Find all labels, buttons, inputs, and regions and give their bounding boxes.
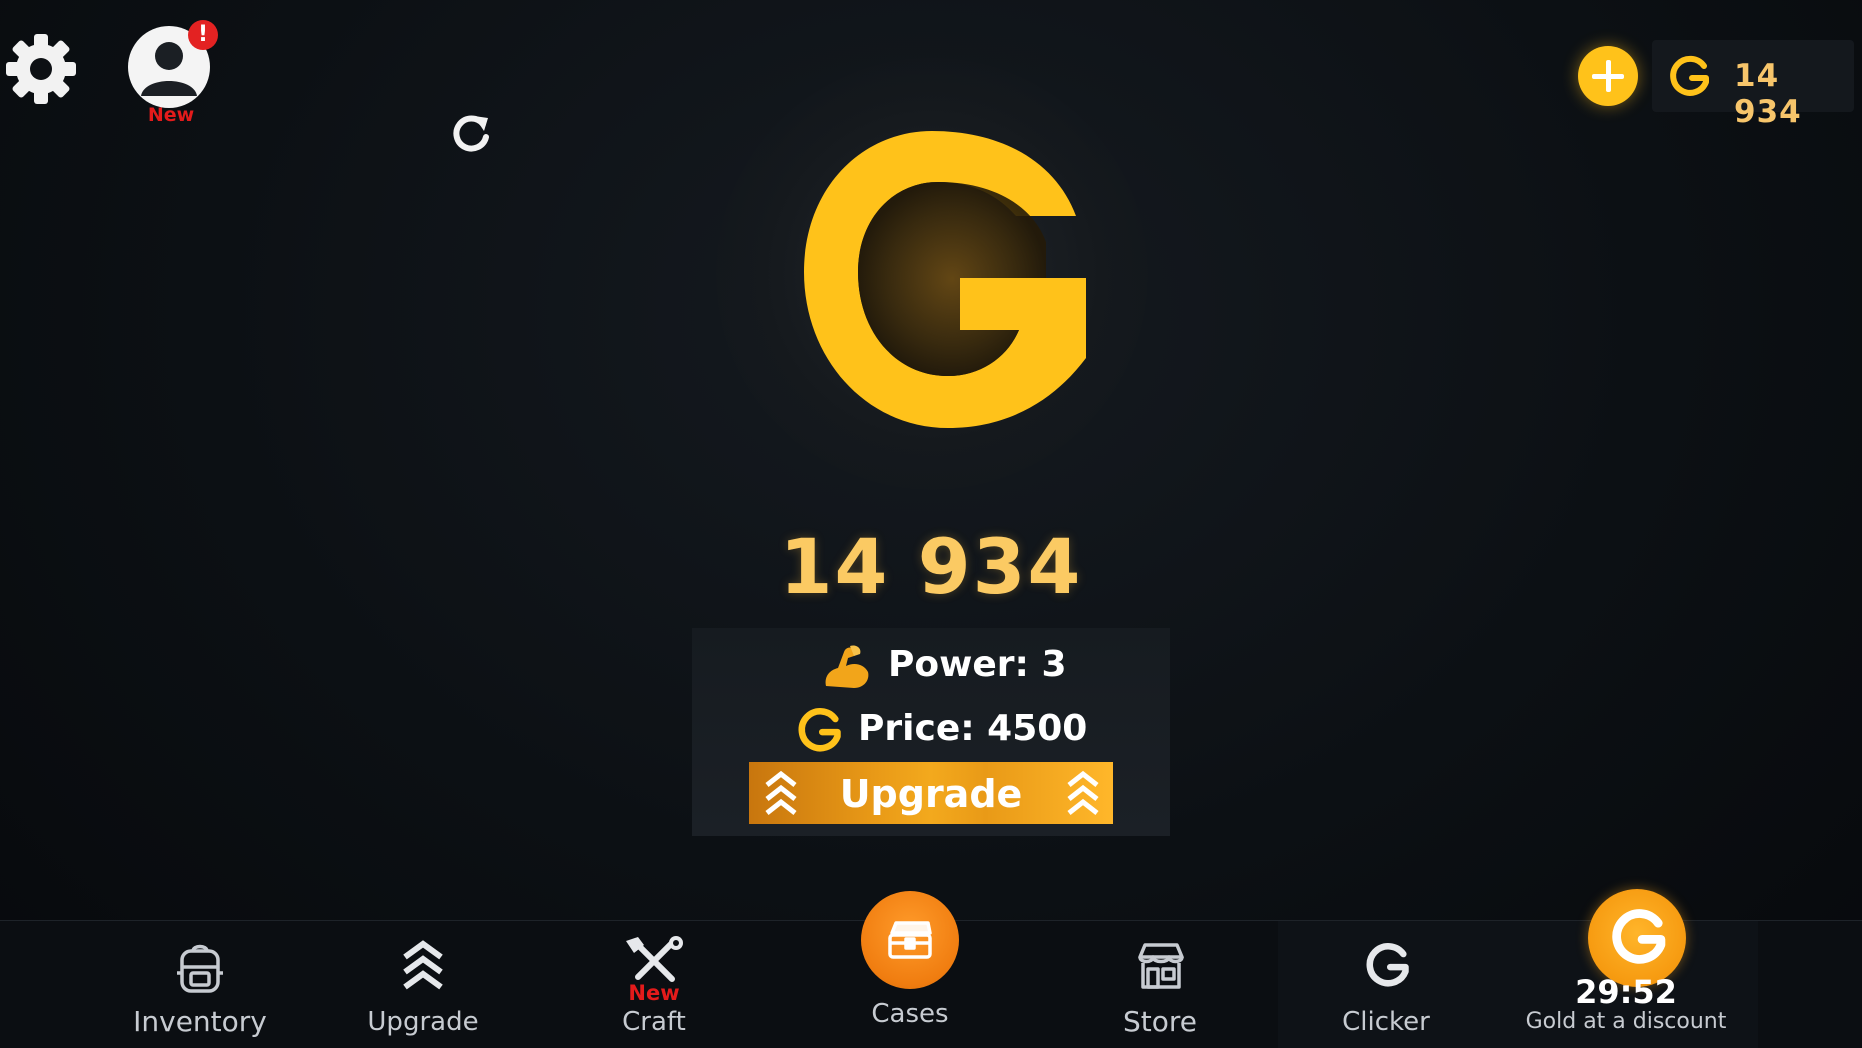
add-gold-button[interactable] xyxy=(1578,46,1638,106)
nav-inventory[interactable]: Inventory xyxy=(100,921,300,1048)
craft-new-badge: New xyxy=(628,981,680,1005)
upgrade-button[interactable]: Upgrade xyxy=(749,762,1113,824)
g-letter-icon xyxy=(1366,943,1409,987)
power-stat: Power: 3 xyxy=(692,638,1170,694)
gold-counter: 14 934 xyxy=(779,522,1083,611)
store-icon xyxy=(1138,943,1184,989)
gold-g-icon xyxy=(1612,909,1666,964)
power-label: Power: 3 xyxy=(888,644,1067,685)
upgrade-label: Upgrade xyxy=(839,772,1023,816)
settings-button[interactable] xyxy=(0,28,82,110)
bottom-nav: Inventory Upgrade New Craft Cases Store … xyxy=(0,889,1862,1048)
new-badge: New xyxy=(147,104,195,126)
nav-store[interactable]: Store xyxy=(1080,921,1240,1048)
nav-gold-discount[interactable]: 29:52 Gold at a discount xyxy=(1494,889,1758,1048)
profile-button[interactable]: ! New xyxy=(128,20,218,126)
refresh-icon xyxy=(453,115,489,152)
upgrade-panel: Power: 3 Price: 4500 Upgrade xyxy=(692,628,1170,836)
gold-g-icon xyxy=(798,708,841,752)
nav-cases[interactable]: Cases xyxy=(830,891,990,1048)
chevrons-up-icon xyxy=(1067,770,1099,815)
nav-clicker[interactable]: Clicker xyxy=(1278,921,1494,1048)
gold-g-icon xyxy=(804,131,1086,428)
muscle-icon xyxy=(825,645,869,688)
balance-value: 14 934 xyxy=(1734,58,1802,130)
chevrons-up-icon xyxy=(403,940,443,990)
nav-craft-label: Craft xyxy=(622,1007,686,1037)
gear-icon xyxy=(6,34,76,104)
gold-g-icon xyxy=(1670,55,1709,96)
nav-upgrade-label: Upgrade xyxy=(367,1007,479,1037)
refresh-button[interactable] xyxy=(448,110,494,156)
price-label: Price: 4500 xyxy=(858,708,1088,749)
backpack-icon xyxy=(177,944,223,993)
tools-icon xyxy=(626,936,683,982)
discount-timer: 29:52 xyxy=(1575,973,1677,1011)
clicker-coin[interactable] xyxy=(716,58,1148,490)
clicker-screen: ! New 14 934 14 934 Power: 3 Price: 4500… xyxy=(0,0,1862,1048)
nav-upgrade[interactable]: Upgrade xyxy=(343,921,503,1048)
price-stat: Price: 4500 xyxy=(692,702,1170,758)
nav-cases-label: Cases xyxy=(871,999,949,1029)
nav-store-label: Store xyxy=(1122,1005,1197,1038)
chest-icon xyxy=(888,921,932,959)
gold-balance: 14 934 xyxy=(1652,40,1854,130)
nav-clicker-label: Clicker xyxy=(1342,1007,1430,1037)
nav-craft[interactable]: New Craft xyxy=(574,921,734,1048)
nav-discount-label: Gold at a discount xyxy=(1525,1009,1727,1034)
nav-inventory-label: Inventory xyxy=(133,1005,267,1038)
alert-badge: ! xyxy=(188,20,218,50)
